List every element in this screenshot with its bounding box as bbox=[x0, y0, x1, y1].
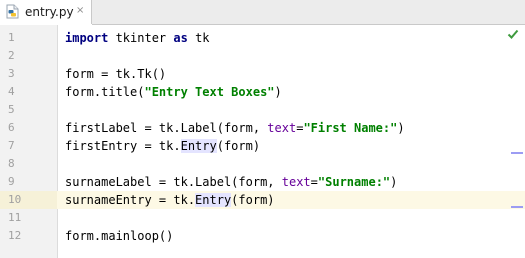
line-number: 9 bbox=[8, 175, 15, 188]
line-number: 4 bbox=[8, 85, 15, 98]
code-line[interactable]: 7 firstEntry = tk.Entry(form) bbox=[0, 137, 525, 155]
code-token: firstLabel = tk.Label(form, bbox=[65, 121, 268, 135]
tab-entry-py[interactable]: entry.py × bbox=[0, 0, 92, 26]
code-text: firstLabel = tk.Label(form, text="First … bbox=[65, 119, 405, 137]
line-number: 5 bbox=[8, 103, 15, 116]
check-icon bbox=[507, 29, 519, 39]
code-text: firstEntry = tk.Entry(form) bbox=[65, 137, 260, 155]
code-line[interactable]: 1 import tkinter as tk bbox=[0, 29, 525, 47]
keyword-token: import bbox=[65, 31, 109, 45]
code-token: = bbox=[310, 175, 318, 189]
code-token: surnameEntry = tk. bbox=[65, 193, 196, 207]
code-line[interactable]: 12 form.mainloop() bbox=[0, 227, 525, 245]
code-token: (form) bbox=[216, 139, 261, 153]
code-token: ) bbox=[397, 121, 405, 135]
keyword-token: as bbox=[173, 31, 188, 45]
tab-filename: entry.py bbox=[25, 5, 74, 19]
tab-close-icon[interactable]: × bbox=[76, 5, 84, 17]
highlighted-usage-token: Entry bbox=[180, 139, 217, 153]
code-token: (form) bbox=[231, 193, 275, 207]
code-text: import tkinter as tk bbox=[65, 29, 210, 47]
line-number: 11 bbox=[8, 211, 22, 224]
parameter-token: text bbox=[267, 121, 297, 135]
code-token: surnameLabel = tk.Label(form, bbox=[65, 175, 282, 189]
code-token: form.title( bbox=[65, 85, 145, 99]
code-line[interactable]: 8 bbox=[0, 155, 525, 173]
usage-marker[interactable] bbox=[511, 152, 523, 154]
string-token: "Surname:" bbox=[317, 175, 391, 189]
string-token: "Entry Text Boxes" bbox=[144, 85, 275, 99]
code-text: form = tk.Tk() bbox=[65, 65, 166, 83]
code-text: form.mainloop() bbox=[65, 227, 173, 245]
line-number: 6 bbox=[8, 121, 15, 134]
string-token: "First Name:" bbox=[303, 121, 398, 135]
line-number: 8 bbox=[8, 157, 15, 170]
code-token: tkinter bbox=[108, 31, 174, 45]
line-number: 7 bbox=[8, 139, 15, 152]
line-number: 10 bbox=[8, 193, 22, 206]
code-line[interactable]: 10 surnameEntry = tk.Entry(form) bbox=[0, 191, 525, 209]
line-number: 3 bbox=[8, 67, 15, 80]
line-number: 2 bbox=[8, 49, 15, 62]
code-text: surnameLabel = tk.Label(form, text="Surn… bbox=[65, 173, 397, 191]
code-line[interactable]: 2 bbox=[0, 47, 525, 65]
parameter-token: text bbox=[281, 175, 311, 189]
editor-window: entry.py × 1 import tkinter as tk 2 3 form =… bbox=[0, 0, 525, 258]
tab-bar: entry.py × bbox=[0, 0, 525, 26]
code-token: tk bbox=[187, 31, 210, 45]
line-number: 1 bbox=[8, 31, 15, 44]
code-text: form.title("Entry Text Boxes") bbox=[65, 83, 282, 101]
code-line[interactable]: 6 firstLabel = tk.Label(form, text="First… bbox=[0, 119, 525, 137]
code-editor[interactable]: 1 import tkinter as tk 2 3 form = tk.Tk() 4 fo… bbox=[0, 25, 525, 258]
highlighted-usage-token: Entry bbox=[195, 193, 232, 207]
code-line[interactable]: 4 form.title("Entry Text Boxes") bbox=[0, 83, 525, 101]
python-file-icon bbox=[6, 4, 19, 19]
usage-marker[interactable] bbox=[511, 206, 523, 208]
line-number: 12 bbox=[8, 229, 22, 242]
code-text: surnameEntry = tk.Entry(form) bbox=[65, 191, 275, 209]
code-line[interactable]: 11 bbox=[0, 209, 525, 227]
code-token: form.mainloop() bbox=[65, 229, 174, 243]
code-token: ) bbox=[274, 85, 282, 99]
code-line[interactable]: 5 bbox=[0, 101, 525, 119]
code-token: firstEntry = tk. bbox=[65, 139, 181, 153]
code-line[interactable]: 9 surnameLabel = tk.Label(form, text="Sur… bbox=[0, 173, 525, 191]
code-line[interactable]: 3 form = tk.Tk() bbox=[0, 65, 525, 83]
code-token: ) bbox=[390, 175, 398, 189]
code-token: form = tk.Tk() bbox=[65, 67, 167, 81]
